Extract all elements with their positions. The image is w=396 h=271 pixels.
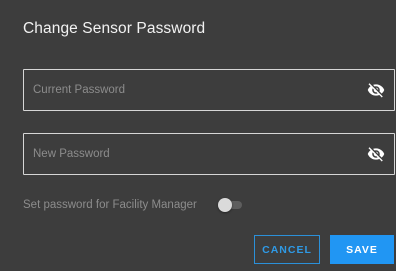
cancel-button[interactable]: CANCEL <box>254 235 320 264</box>
new-password-input[interactable] <box>24 134 394 174</box>
current-password-input[interactable] <box>24 70 394 110</box>
change-password-dialog: Change Sensor Password Set password for … <box>0 0 396 271</box>
eye-off-icon[interactable] <box>366 81 386 99</box>
facility-manager-row: Set password for Facility Manager <box>23 197 242 213</box>
save-button[interactable]: SAVE <box>330 235 394 264</box>
new-password-field[interactable] <box>23 133 395 175</box>
facility-manager-toggle[interactable] <box>217 198 242 212</box>
dialog-title: Change Sensor Password <box>23 20 206 37</box>
eye-off-icon[interactable] <box>366 145 386 163</box>
facility-manager-label: Set password for Facility Manager <box>23 199 197 211</box>
toggle-knob <box>217 198 232 212</box>
current-password-field[interactable] <box>23 69 395 111</box>
